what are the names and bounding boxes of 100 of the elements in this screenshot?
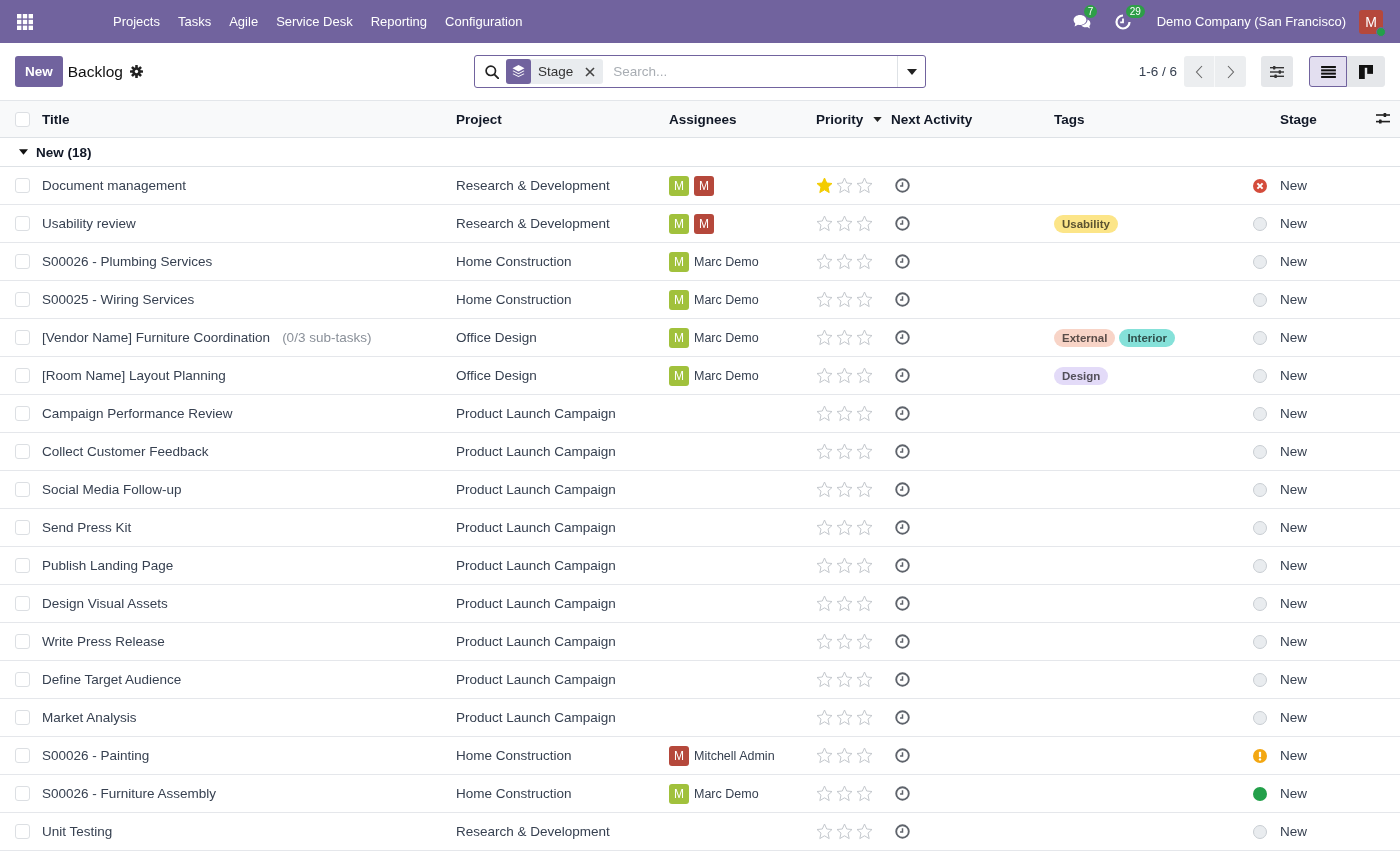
star-icon[interactable] [856, 709, 873, 726]
priority-stars[interactable] [816, 519, 873, 536]
clock-icon[interactable] [895, 482, 910, 497]
star-icon[interactable] [856, 633, 873, 650]
task-title[interactable]: S00025 - Wiring Services [42, 292, 195, 307]
column-header[interactable]: Assignees [669, 111, 737, 127]
star-icon[interactable] [856, 405, 873, 422]
status-circle-icon[interactable] [1253, 216, 1267, 231]
priority-stars[interactable] [816, 329, 873, 346]
status-circle-icon[interactable] [1253, 824, 1267, 839]
star-icon[interactable] [836, 747, 853, 764]
star-icon[interactable] [816, 291, 833, 308]
star-icon[interactable] [836, 215, 853, 232]
star-icon[interactable] [836, 633, 853, 650]
status-circle-icon[interactable] [1253, 330, 1267, 345]
priority-stars[interactable] [816, 709, 873, 726]
nav-menu-item[interactable]: Tasks [168, 14, 221, 29]
clock-icon[interactable] [895, 254, 910, 269]
star-icon[interactable] [816, 253, 833, 270]
column-header[interactable]: Stage [1280, 111, 1317, 127]
status-circle-icon[interactable] [1253, 558, 1267, 573]
task-title[interactable]: S00026 - Painting [42, 748, 150, 763]
star-icon[interactable] [836, 823, 853, 840]
row-checkbox[interactable] [15, 634, 30, 649]
column-header[interactable]: Priority [816, 111, 864, 127]
clock-icon[interactable] [895, 634, 910, 649]
row-checkbox[interactable] [15, 596, 30, 611]
row-checkbox[interactable] [15, 520, 30, 535]
column-header[interactable]: Next Activity [891, 111, 973, 127]
company-switcher[interactable]: Demo Company (San Francisco) [1156, 14, 1346, 29]
star-icon[interactable] [836, 709, 853, 726]
star-icon[interactable] [836, 557, 853, 574]
user-avatar[interactable]: M [1359, 9, 1383, 34]
user-avatar[interactable]: M [694, 175, 714, 196]
priority-stars[interactable] [816, 177, 873, 194]
task-title[interactable]: Market Analysis [42, 710, 137, 725]
status-circle-icon[interactable] [1253, 520, 1267, 535]
clock-icon[interactable] [895, 520, 910, 535]
star-icon[interactable] [856, 747, 873, 764]
star-icon[interactable] [816, 177, 833, 194]
star-icon[interactable] [816, 557, 833, 574]
task-title[interactable]: [Room Name] Layout Planning [42, 368, 226, 383]
row-checkbox[interactable] [15, 824, 30, 839]
star-icon[interactable] [816, 671, 833, 688]
star-icon[interactable] [836, 595, 853, 612]
user-avatar[interactable]: M [694, 213, 714, 234]
priority-stars[interactable] [816, 405, 873, 422]
clock-icon[interactable] [895, 558, 910, 573]
star-icon[interactable] [856, 595, 873, 612]
nav-menu-item[interactable]: Reporting [361, 14, 437, 29]
search-input[interactable]: Search... [611, 56, 897, 87]
row-checkbox[interactable] [15, 292, 30, 307]
priority-stars[interactable] [816, 253, 873, 270]
nav-menu-item[interactable]: Agile [220, 14, 268, 29]
row-checkbox[interactable] [15, 786, 30, 801]
task-title[interactable]: Design Visual Assets [42, 596, 168, 611]
star-icon[interactable] [836, 405, 853, 422]
clock-icon[interactable] [895, 444, 910, 459]
priority-stars[interactable] [816, 443, 873, 460]
star-icon[interactable] [816, 747, 833, 764]
priority-stars[interactable] [816, 367, 873, 384]
priority-stars[interactable] [816, 595, 873, 612]
column-header[interactable]: Project [456, 111, 502, 127]
previous-button[interactable] [1184, 56, 1215, 87]
clock-icon[interactable] [895, 672, 910, 687]
clock-icon[interactable] [895, 216, 910, 231]
priority-stars[interactable] [816, 671, 873, 688]
row-checkbox[interactable] [15, 254, 30, 269]
new-button[interactable]: New [15, 56, 63, 87]
task-title[interactable]: S00026 - Furniture Assembly [42, 786, 217, 801]
star-icon[interactable] [836, 785, 853, 802]
star-icon[interactable] [816, 481, 833, 498]
priority-stars[interactable] [816, 481, 873, 498]
star-icon[interactable] [856, 329, 873, 346]
pager-value[interactable]: 1-6 / 6 [1138, 64, 1177, 79]
row-checkbox[interactable] [15, 406, 30, 421]
clock-icon[interactable] [895, 596, 910, 611]
clock-icon[interactable] [895, 368, 910, 383]
star-icon[interactable] [856, 557, 873, 574]
clock-icon[interactable] [895, 710, 910, 725]
status-circle-icon[interactable] [1253, 368, 1267, 383]
star-icon[interactable] [816, 367, 833, 384]
nav-menu-item[interactable]: Projects [104, 14, 169, 29]
row-checkbox[interactable] [15, 216, 30, 231]
row-checkbox[interactable] [15, 330, 30, 345]
star-icon[interactable] [856, 671, 873, 688]
task-title[interactable]: Campaign Performance Review [42, 406, 233, 421]
list-view-button[interactable] [1309, 56, 1347, 87]
star-icon[interactable] [836, 253, 853, 270]
status-circle-icon[interactable] [1253, 292, 1267, 307]
grid-icon[interactable] [17, 13, 33, 30]
column-header[interactable]: Tags [1054, 111, 1085, 127]
status-circle-icon[interactable] [1253, 672, 1267, 687]
group-header[interactable]: New (18) [0, 138, 1400, 167]
status-circle-icon[interactable] [1253, 482, 1267, 497]
status-dot-icon[interactable] [1253, 786, 1267, 801]
star-icon[interactable] [836, 329, 853, 346]
star-icon[interactable] [836, 367, 853, 384]
row-checkbox[interactable] [15, 672, 30, 687]
star-icon[interactable] [816, 405, 833, 422]
